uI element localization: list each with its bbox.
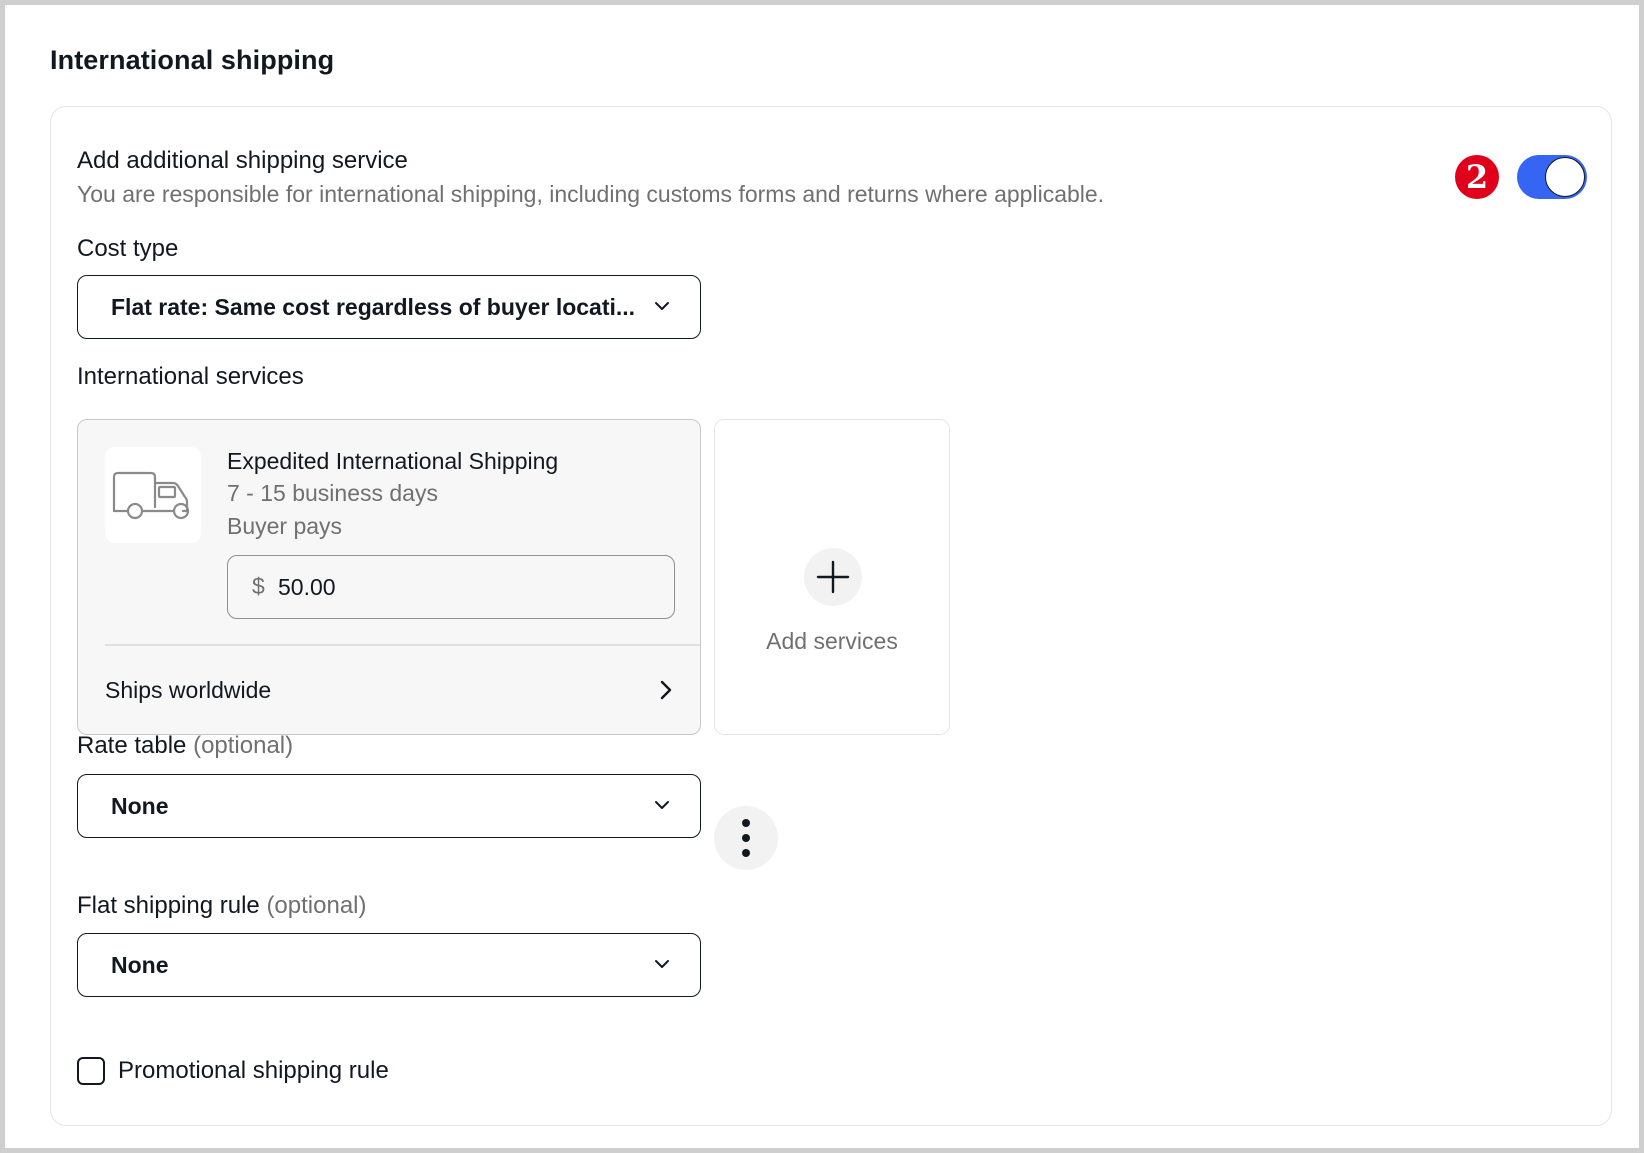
international-services-label: International services <box>77 363 304 390</box>
add-service-title: Add additional shipping service <box>77 147 408 174</box>
page-frame: International shipping Add additional sh… <box>0 0 1644 1153</box>
step-badge: 2 <box>1455 155 1499 199</box>
rate-table-label: Rate table (optional) <box>77 732 293 760</box>
kebab-dot <box>742 834 750 842</box>
promotional-rule-label: Promotional shipping rule <box>118 1057 389 1084</box>
add-service-description: You are responsible for international sh… <box>77 181 1105 207</box>
flat-rule-select[interactable]: None <box>77 933 701 997</box>
ships-worldwide-row[interactable]: Ships worldwide <box>105 646 675 734</box>
add-services-button[interactable]: Add services <box>714 419 950 735</box>
flat-rule-value: None <box>111 952 169 978</box>
chevron-down-icon <box>655 302 669 310</box>
ships-worldwide-label: Ships worldwide <box>105 677 272 703</box>
service-delivery-time: 7 - 15 business days <box>227 480 438 506</box>
flat-rule-label: Flat shipping rule (optional) <box>77 892 367 920</box>
flat-rule-optional: (optional) <box>266 892 367 919</box>
price-input[interactable] <box>278 570 658 604</box>
add-services-label: Add services <box>766 628 898 654</box>
flat-rule-label-text: Flat shipping rule <box>77 892 260 919</box>
cost-type-value: Flat rate: Same cost regardless of buyer… <box>111 294 636 320</box>
kebab-dot <box>742 819 750 827</box>
chevron-right-icon <box>660 680 672 700</box>
promotional-rule-checkbox[interactable] <box>77 1057 105 1085</box>
section-title: International shipping <box>50 45 335 75</box>
service-card: Expedited International Shipping 7 - 15 … <box>77 419 701 735</box>
truck-icon <box>112 471 190 520</box>
kebab-dot <box>742 849 750 857</box>
truck-icon-box <box>105 447 201 543</box>
price-field[interactable]: $ <box>227 555 675 619</box>
chevron-down-icon <box>655 801 669 809</box>
cost-type-label: Cost type <box>77 235 179 262</box>
rate-table-value: None <box>111 793 169 819</box>
rate-table-select[interactable]: None <box>77 774 701 838</box>
plus-icon <box>804 548 862 606</box>
more-options-button[interactable] <box>714 806 778 870</box>
cost-type-select[interactable]: Flat rate: Same cost regardless of buyer… <box>77 275 701 339</box>
currency-symbol: $ <box>252 573 265 599</box>
add-service-toggle[interactable] <box>1517 155 1587 199</box>
toggle-knob <box>1545 157 1585 197</box>
service-name: Expedited International Shipping <box>227 448 559 474</box>
chevron-down-icon <box>655 960 669 968</box>
rate-table-label-text: Rate table <box>77 732 187 759</box>
international-shipping-card: Add additional shipping service You are … <box>50 106 1612 1126</box>
rate-table-optional: (optional) <box>193 732 294 759</box>
service-payer: Buyer pays <box>227 513 343 539</box>
